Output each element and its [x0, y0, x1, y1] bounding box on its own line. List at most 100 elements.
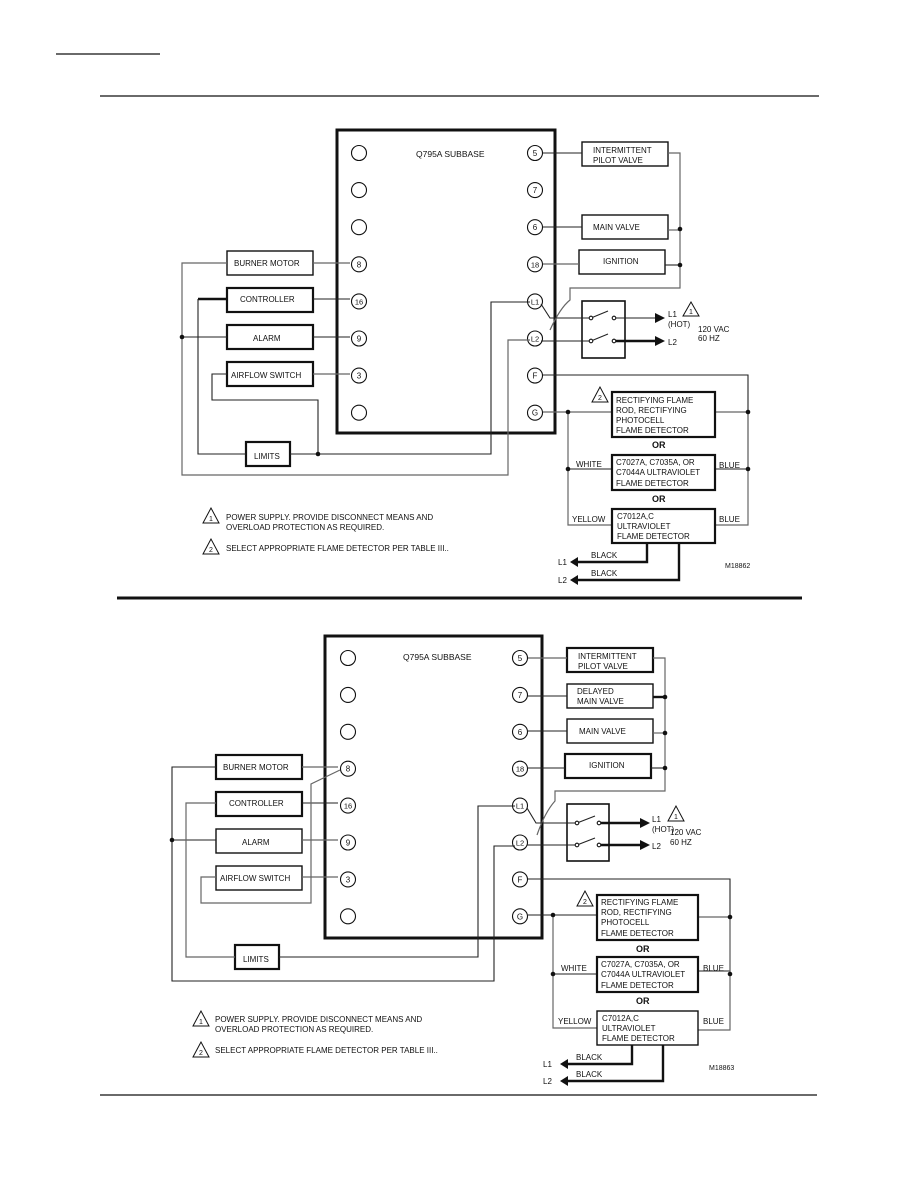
- device-label: IGNITION: [589, 761, 625, 770]
- subbase-label: Q795A SUBBASE: [403, 652, 472, 662]
- terminal-label: 3: [346, 875, 351, 884]
- device-label: AIRFLOW SWITCH: [231, 371, 301, 380]
- or-label: OR: [652, 494, 666, 504]
- device-label: MAIN VALVE: [579, 727, 626, 736]
- terminal-unused: [339, 723, 357, 740]
- terminal-label: 9: [357, 335, 362, 344]
- junction-dot: [662, 765, 668, 771]
- note-mark: 1: [674, 814, 678, 821]
- arrow-black-l1-icon: [570, 557, 578, 567]
- junction-dot: [727, 914, 733, 920]
- or-label: OR: [652, 440, 666, 450]
- wire-color-label: WHITE: [561, 964, 587, 973]
- note-text: SELECT APPROPRIATE FLAME DETECTOR PER TA…: [226, 544, 449, 553]
- detector-line: FLAME DETECTOR: [616, 426, 689, 435]
- terminal-label: 6: [533, 223, 538, 232]
- terminal-label: 8: [346, 765, 351, 774]
- junction-dot: [662, 730, 668, 736]
- device-label: ALARM: [253, 334, 281, 343]
- detector-line: ULTRAVIOLET: [617, 522, 671, 531]
- black-lead-label: BLACK: [576, 1053, 603, 1062]
- terminal-label: 7: [533, 186, 538, 195]
- terminal-label: 3: [357, 372, 362, 381]
- device-label-line: INTERMITTENT: [593, 146, 652, 155]
- terminal-unused: [350, 182, 368, 199]
- terminal-unused: [350, 144, 368, 162]
- power-l2-label: L2: [652, 842, 661, 851]
- note-mark: 2: [199, 1050, 203, 1057]
- lead-target-l1: L1: [543, 1060, 552, 1069]
- device-label: ALARM: [242, 838, 270, 847]
- terminal-unused: [339, 686, 357, 703]
- device-label: BURNER MOTOR: [234, 259, 300, 268]
- wire-color-label: BLUE: [719, 515, 740, 524]
- terminal-label: 18: [531, 260, 539, 269]
- junction-dot: [565, 409, 571, 415]
- device-label-line: PILOT VALVE: [578, 662, 628, 671]
- frequency-label: 60 HZ: [670, 838, 692, 847]
- junction-dot: [550, 912, 556, 918]
- note-mark: 1: [209, 516, 213, 523]
- detector-line: C7012A,C: [602, 1014, 639, 1023]
- terminal-label: 16: [344, 802, 352, 811]
- lead-target-l2: L2: [558, 576, 567, 585]
- subbase-label: Q795A SUBBASE: [416, 149, 485, 159]
- junction-dot: [169, 837, 175, 843]
- terminal-label: L1: [531, 297, 539, 306]
- note-mark: 1: [689, 309, 693, 316]
- wire-color-label: BLUE: [703, 964, 724, 973]
- or-label: OR: [636, 944, 650, 954]
- terminal-label: L1: [516, 802, 524, 811]
- lead-target-l1: L1: [558, 558, 567, 567]
- terminal-label: G: [532, 409, 538, 418]
- lead-target-l2: L2: [543, 1077, 552, 1086]
- disconnect-switch: [566, 803, 610, 862]
- arrow-l2-icon: [640, 840, 650, 850]
- detector-line: ROD, RECTIFYING: [601, 908, 672, 917]
- note-text: OVERLOAD PROTECTION AS REQUIRED.: [215, 1025, 373, 1034]
- terminal-label: 5: [518, 654, 523, 663]
- black-lead-label: BLACK: [576, 1070, 603, 1079]
- note-mark: 2: [209, 547, 213, 554]
- detector-line: C7044A ULTRAVIOLET: [616, 468, 700, 477]
- wiring-diagram-page: Q795A SUBBASE 8169357618L1L2FG INTERMITT…: [56, 53, 819, 1096]
- junction-dot: [745, 466, 751, 472]
- detector-line: PHOTOCELL: [601, 918, 650, 927]
- terminal-label: L2: [531, 335, 539, 344]
- arrow-l2-icon: [655, 336, 665, 346]
- detector-line: ULTRAVIOLET: [602, 1024, 656, 1033]
- detector-line: ROD, RECTIFYING: [616, 406, 687, 415]
- device-label-line: DELAYED: [577, 687, 614, 696]
- terminal-label: L2: [516, 839, 524, 848]
- detector-line: C7012A,C: [617, 512, 654, 521]
- arrow-black-l2-icon: [570, 575, 578, 585]
- black-lead-label: BLACK: [591, 551, 618, 560]
- or-label: OR: [636, 996, 650, 1006]
- detector-line: RECTIFYING FLAME: [601, 898, 678, 907]
- black-lead-label: BLACK: [591, 569, 618, 578]
- arrow-black-l2-icon: [560, 1076, 568, 1086]
- wiring-diagram-2: Q795A SUBBASE 8 16 9 3 5 7 6 18 L1 L2 F G INTERMITT…: [169, 634, 734, 1086]
- terminal-unused: [350, 404, 368, 421]
- detector-line: RECTIFYING FLAME: [616, 396, 693, 405]
- note-text: SELECT APPROPRIATE FLAME DETECTOR PER TA…: [215, 1046, 438, 1055]
- detector-line: FLAME DETECTOR: [601, 981, 674, 990]
- note-mark: 1: [199, 1019, 203, 1026]
- terminal-label: F: [533, 372, 538, 381]
- device-label: CONTROLLER: [240, 295, 295, 304]
- detector-line: FLAME DETECTOR: [601, 929, 674, 938]
- detector-line: C7027A, C7035A, OR: [616, 458, 695, 467]
- arrow-l1-icon: [655, 313, 665, 323]
- power-l2-label: L2: [668, 338, 677, 347]
- arrow-black-l1-icon: [560, 1059, 568, 1069]
- wire-color-label: YELLOW: [572, 515, 606, 524]
- device-label-line: MAIN VALVE: [577, 697, 624, 706]
- subbase-outline: [323, 634, 544, 940]
- figure-code: M18863: [709, 1065, 734, 1072]
- terminal-label: 8: [357, 260, 362, 269]
- device-label-line: INTERMITTENT: [578, 652, 637, 661]
- device-label: IGNITION: [603, 257, 639, 266]
- device-label: BURNER MOTOR: [223, 763, 289, 772]
- device-label: LIMITS: [254, 452, 280, 461]
- wire-color-label: BLUE: [703, 1017, 724, 1026]
